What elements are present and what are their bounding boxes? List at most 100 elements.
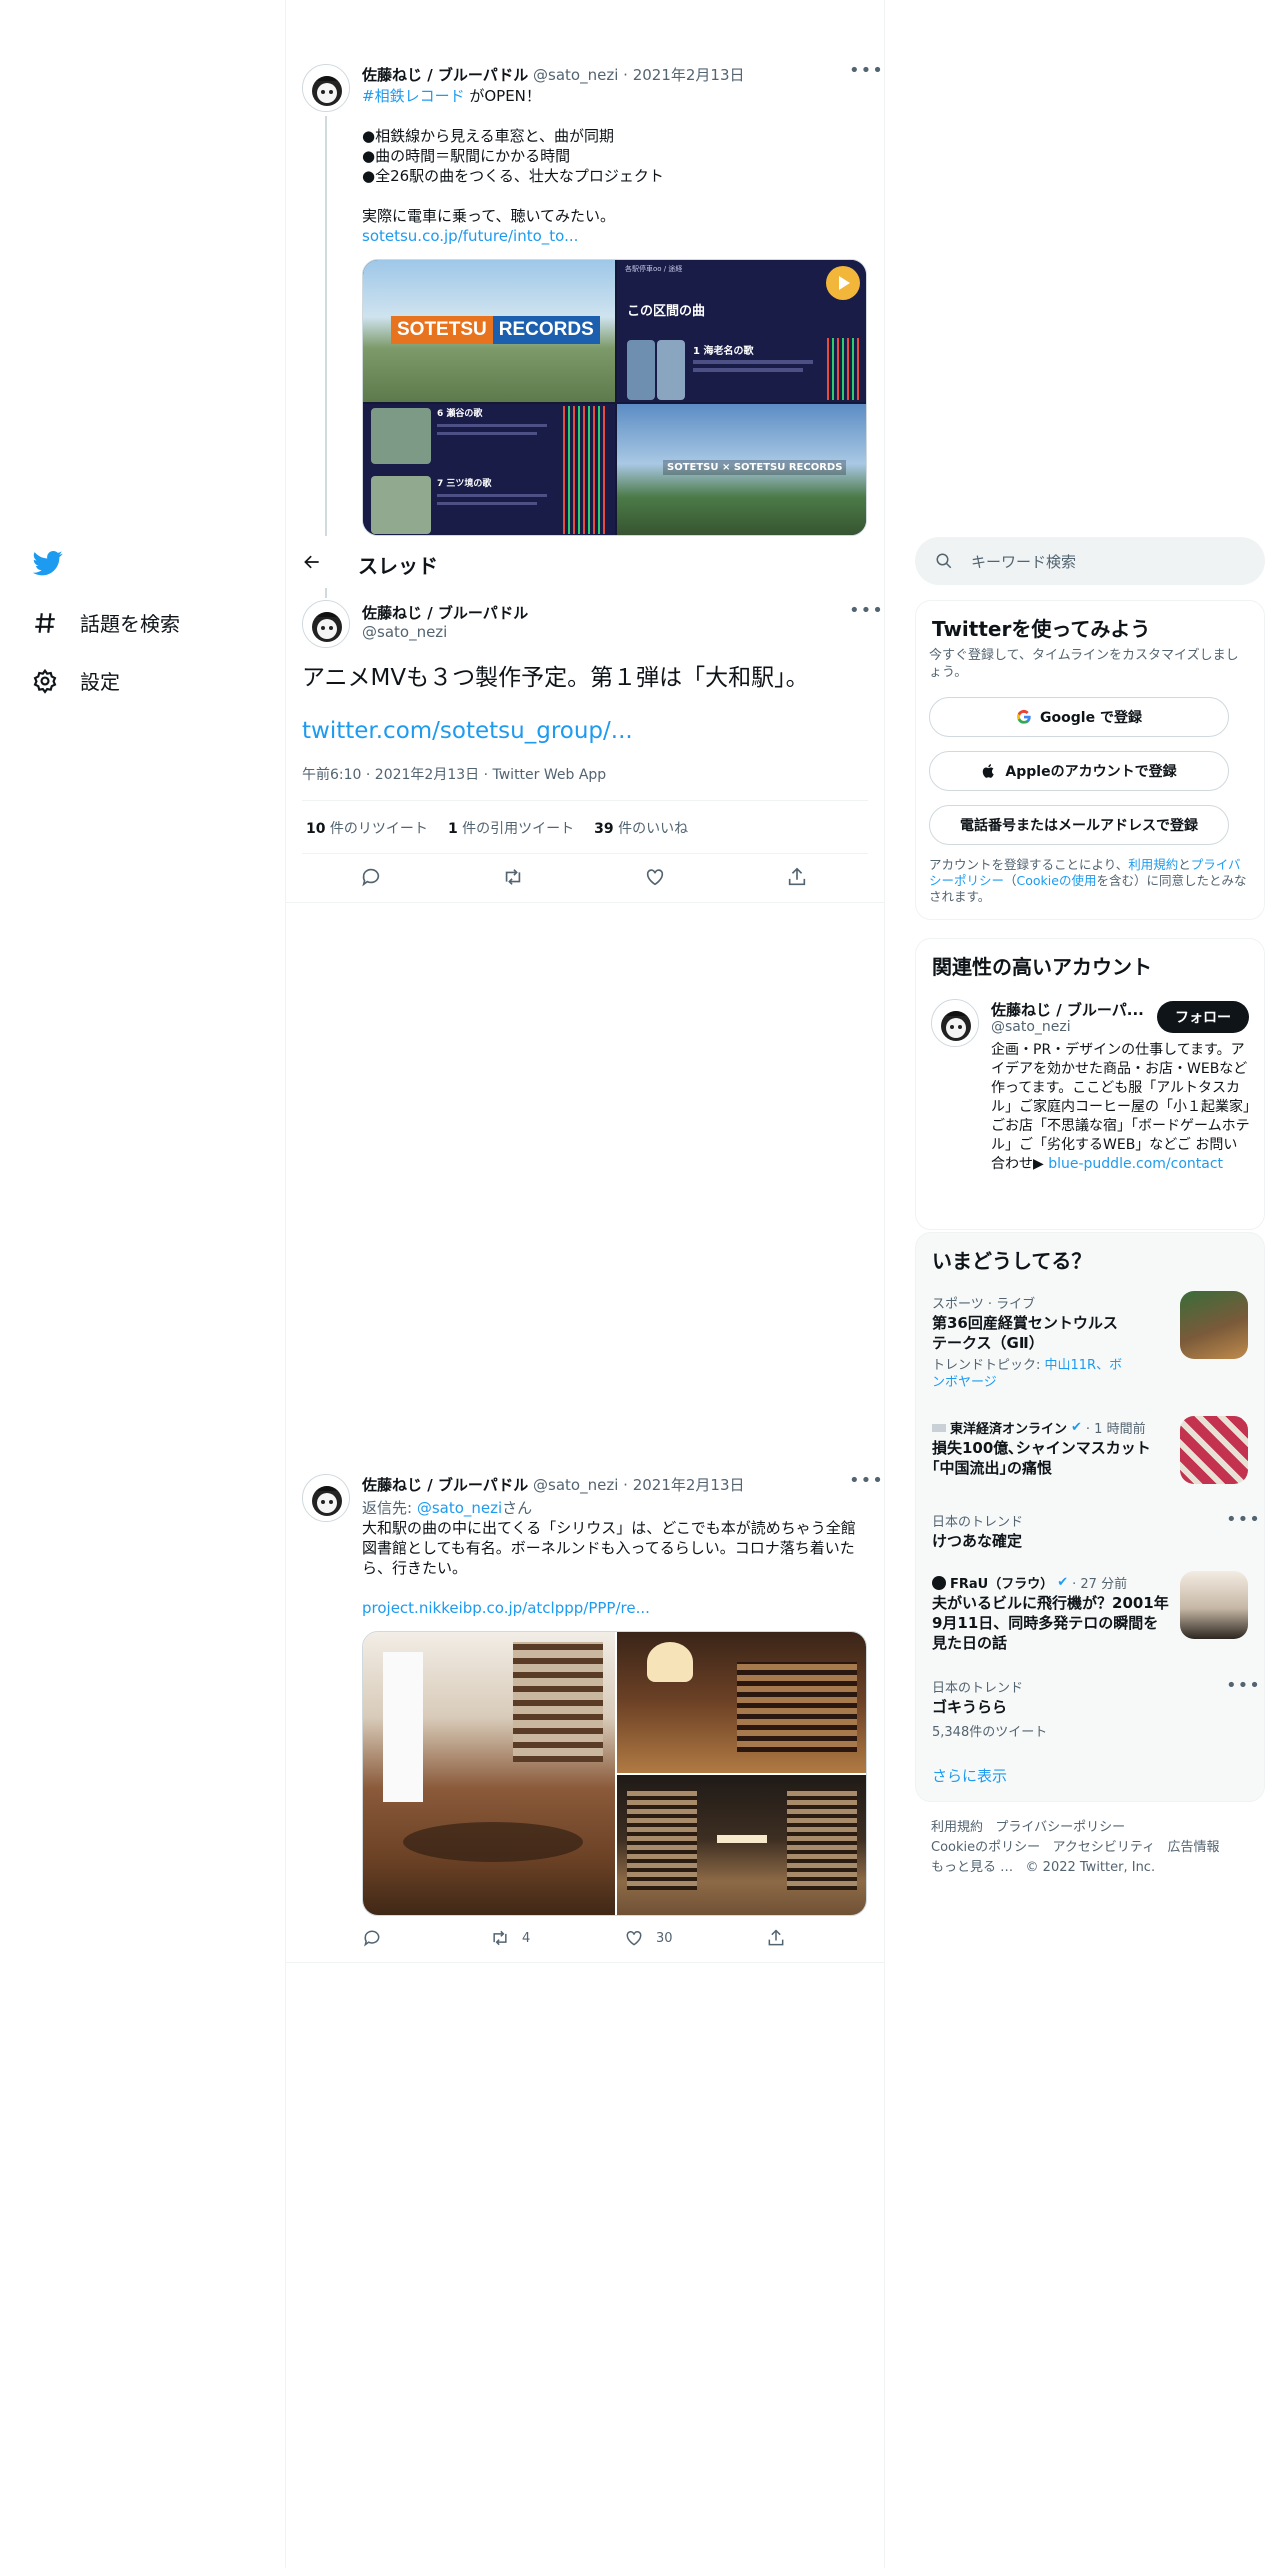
retweet-icon — [493, 1930, 507, 1946]
verified-icon: ✔ — [1071, 1420, 1082, 1435]
tweet-date[interactable]: 2021年2月13日 — [633, 1476, 745, 1494]
share-icon[interactable] — [786, 866, 808, 892]
show-more-link[interactable]: さらに表示 — [932, 1765, 1007, 1786]
retweet-stat[interactable]: 10 件のリツイート — [306, 818, 428, 838]
terms-link[interactable]: 利用規約 — [1128, 857, 1178, 872]
back-arrow-icon[interactable] — [302, 552, 322, 576]
verified-icon: ✔ — [1057, 1575, 1069, 1590]
retweet-icon[interactable] — [502, 866, 524, 892]
trend-item[interactable]: 日本のトレンド ゴキうらら 5,348件のツイート ••• — [916, 1675, 1264, 1745]
more-icon[interactable]: ••• — [849, 1470, 884, 1491]
tweet-header: 佐藤ねじ / ブルーパドル @sato_nezi · 2021年2月13日 — [362, 66, 745, 84]
author-name[interactable]: 佐藤ねじ / ブルーパドル — [362, 66, 528, 84]
cookie-link[interactable]: Cookieの使用 — [1017, 873, 1097, 888]
avatar[interactable] — [302, 64, 350, 112]
follow-button[interactable]: フォロー — [1157, 1001, 1249, 1033]
related-accounts-panel: 関連性の高いアカウント 佐藤ねじ / ブルーパ... @sato_nezi フォ… — [915, 938, 1265, 1230]
media-photo-2 — [617, 1632, 866, 1773]
retweet-button[interactable]: 4 — [490, 1928, 530, 1948]
like-icon — [626, 1930, 642, 1946]
tweet-media[interactable] — [362, 1631, 867, 1916]
footer-terms-link[interactable]: 利用規約 — [931, 1820, 983, 1835]
avatar[interactable] — [302, 1474, 350, 1522]
footer-accessibility-link[interactable]: アクセシビリティ — [1053, 1840, 1156, 1855]
author-handle[interactable]: @sato_nezi — [533, 1476, 618, 1494]
main-tweet-link[interactable]: twitter.com/sotetsu_group/... — [302, 718, 633, 744]
trends-panel: いまどうしてる？ スポーツ · ライブ 第36回産経賞セントウルステークス（GⅡ… — [915, 1232, 1265, 1802]
footer-links: 利用規約 プライバシーポリシー Cookieのポリシー アクセシビリティ 広告情… — [931, 1818, 1220, 1878]
apple-signup-label: Appleのアカウントで登録 — [1005, 764, 1177, 780]
publisher-icon — [932, 1575, 946, 1590]
gear-icon — [33, 668, 57, 694]
thread-connector-top — [325, 588, 327, 598]
thread-connector — [325, 116, 327, 536]
media-photo: SOTETSU RECORDS — [363, 260, 615, 402]
footer-ads-link[interactable]: 広告情報 — [1168, 1840, 1220, 1855]
google-icon — [1017, 709, 1031, 724]
author-name[interactable]: 佐藤ねじ / ブルーパドル — [362, 1476, 528, 1494]
signup-legal: アカウントを登録することにより、利用規約とプライバシーポリシー（Cookieの使… — [929, 857, 1247, 904]
quote-stat[interactable]: 1 件の引用ツイート — [448, 818, 574, 838]
search-input[interactable]: キーワード検索 — [915, 537, 1265, 585]
author-name[interactable]: 佐藤ねじ / ブルーパドル — [362, 602, 528, 623]
page-title: スレッド — [358, 554, 438, 578]
more-icon[interactable]: ••• — [1226, 1675, 1261, 1696]
avatar[interactable] — [931, 999, 979, 1047]
google-signup-button[interactable]: Google で登録 — [929, 697, 1229, 737]
main-tweet-text: アニメMVも３つ製作予定。第１弾は「大和駅」。 — [302, 665, 809, 691]
share-button[interactable] — [766, 1928, 786, 1948]
more-icon[interactable]: ••• — [849, 600, 884, 621]
more-icon[interactable]: ••• — [849, 60, 884, 81]
related-handle[interactable]: @sato_nezi — [991, 1019, 1071, 1035]
like-stat[interactable]: 39 件のいいね — [594, 818, 688, 838]
nav-explore[interactable]: 話題を検索 — [32, 608, 180, 637]
nav-explore-label: 話題を検索 — [80, 612, 180, 636]
hashtag-icon — [35, 612, 55, 633]
apple-signup-button[interactable]: Appleのアカウントで登録 — [929, 751, 1229, 791]
more-icon[interactable]: ••• — [1226, 1509, 1261, 1530]
trend-item[interactable]: FRaU（フラウ） ✔ · 27 分前 夫がいるビルに飛行機が？2001年9月1… — [916, 1571, 1264, 1681]
related-title: 関連性の高いアカウント — [932, 955, 1152, 979]
media-panel-2: 6 瀬谷の歌 7 三ツ境の歌 — [363, 404, 615, 535]
like-icon[interactable] — [644, 866, 666, 892]
like-button[interactable]: 30 — [624, 1928, 673, 1948]
twitter-logo-icon[interactable] — [32, 548, 63, 582]
logo-text-records: RECORDS — [492, 316, 600, 344]
related-name[interactable]: 佐藤ねじ / ブルーパ... — [991, 999, 1144, 1020]
footer-cookie-link[interactable]: Cookieのポリシー — [931, 1840, 1040, 1855]
tweet-stats: 10 件のリツイート 1 件の引用ツイート 39 件のいいね — [306, 818, 688, 838]
trend-item[interactable]: スポーツ · ライブ 第36回産経賞セントウルステークス（GⅡ） トレンドトピッ… — [916, 1291, 1264, 1411]
search-icon — [936, 553, 952, 569]
tweet-media[interactable]: SOTETSU RECORDS 各駅停車oo / 途経 この区間の曲 1 海老名… — [362, 259, 867, 536]
nav-settings[interactable]: 設定 — [32, 666, 120, 695]
follow-label: フォロー — [1175, 1010, 1231, 1026]
signup-title: Twitterを使ってみよう — [932, 617, 1151, 641]
reply-icon[interactable] — [360, 866, 382, 892]
reply-handle-link[interactable]: @sato_nezi — [417, 1499, 502, 1517]
trend-item[interactable]: 東洋経済オンライン ✔ · 1 時間前 損失100億､シャインマスカット｢中国流… — [916, 1416, 1264, 1506]
tweet-link[interactable]: sotetsu.co.jp/future/into_to... — [362, 226, 578, 246]
trend-thumbnail — [1180, 1416, 1248, 1484]
author-handle[interactable]: @sato_nezi — [362, 623, 447, 641]
tweet-header: 佐藤ねじ / ブルーパドル @sato_nezi · 2021年2月13日 — [362, 1476, 745, 1494]
footer-more-link[interactable]: もっと見る … — [931, 1860, 1013, 1875]
tweet-body: 大和駅の曲の中に出てくる「シリウス」は、どこでも本が読めちゃう全館図書館としても… — [362, 1519, 856, 1577]
tweet-date[interactable]: 2021年2月13日 — [633, 66, 745, 84]
google-signup-label: Google で登録 — [1040, 710, 1142, 726]
share-icon — [768, 1929, 784, 1946]
phone-email-signup-button[interactable]: 電話番号またはメールアドレスで登録 — [929, 805, 1229, 845]
media-photo — [363, 1632, 615, 1915]
footer-privacy-link[interactable]: プライバシーポリシー — [995, 1820, 1125, 1835]
author-handle[interactable]: @sato_nezi — [533, 66, 618, 84]
footer-copyright: © 2022 Twitter, Inc. — [1025, 1860, 1156, 1875]
hashtag-link[interactable]: #相鉄レコード — [362, 87, 465, 105]
tweet-meta[interactable]: 午前6:10 · 2021年2月13日 · Twitter Web App — [302, 764, 606, 784]
bio-link[interactable]: blue-puddle.com/contact — [1048, 1156, 1223, 1172]
avatar[interactable] — [302, 600, 350, 648]
trends-title: いまどうしてる？ — [932, 1249, 1092, 1273]
reply-context: 返信先: @sato_neziさん — [362, 1499, 533, 1517]
reply-button[interactable] — [362, 1928, 382, 1948]
tweet-link[interactable]: project.nikkeibp.co.jp/atclppp/PPP/re... — [362, 1598, 650, 1618]
trend-item[interactable]: 日本のトレンド けつあな確定 ••• — [916, 1509, 1264, 1569]
related-bio: 企画・PR・デザインの仕事してます。アイデアを効かせた商品・お店・WEBなど作っ… — [991, 1042, 1250, 1172]
